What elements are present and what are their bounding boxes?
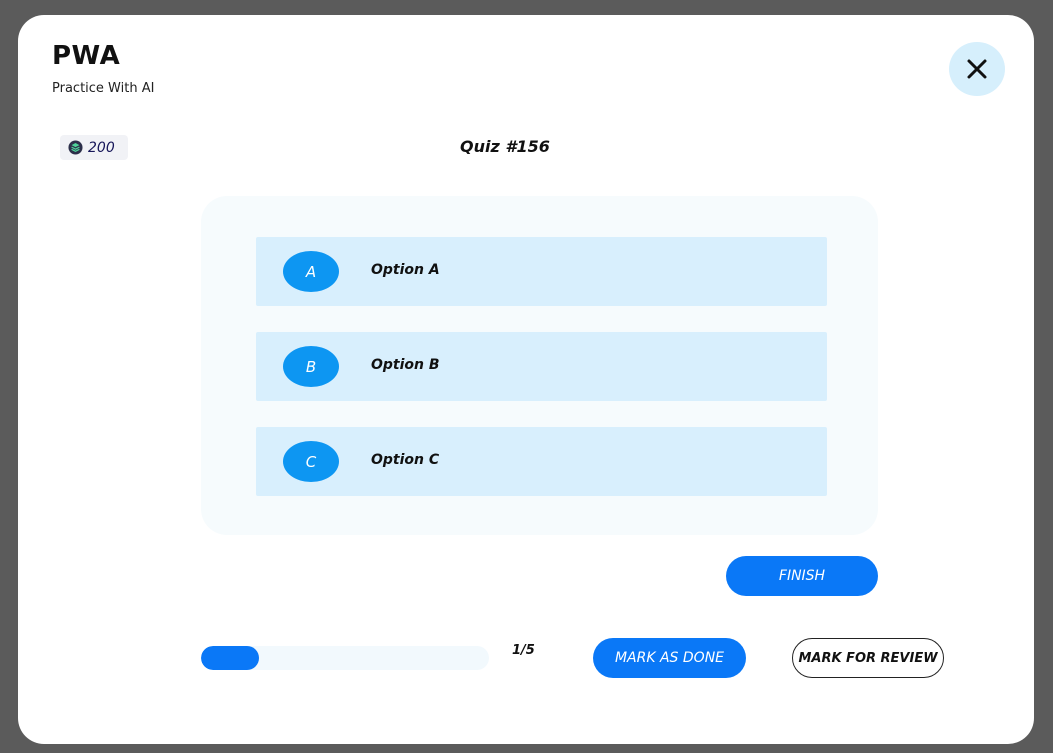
option-label: Option B (371, 357, 440, 373)
coin-balance-badge: 200 (60, 135, 128, 160)
mark-for-review-button[interactable]: MARK FOR REVIEW (792, 638, 944, 678)
option-letter-badge: B (283, 346, 339, 387)
option-letter-badge: C (283, 441, 339, 482)
option-b[interactable]: B Option B (256, 332, 827, 401)
option-a[interactable]: A Option A (256, 237, 827, 306)
option-label: Option C (371, 452, 440, 468)
coin-amount: 200 (88, 139, 115, 156)
options-panel: A Option A B Option B C Option C (201, 196, 878, 535)
option-c[interactable]: C Option C (256, 427, 827, 496)
progress-bar-fill (201, 646, 259, 670)
mark-as-done-button[interactable]: MARK AS DONE (593, 638, 746, 678)
option-letter-badge: A (283, 251, 339, 292)
close-icon (967, 59, 987, 79)
layers-coin-icon (68, 140, 83, 155)
progress-count: 1/5 (512, 643, 535, 658)
progress-bar (201, 646, 489, 670)
quiz-modal: PWA Practice With AI 200 Quiz #156 A Opt… (18, 15, 1034, 744)
option-label: Option A (371, 262, 440, 278)
quiz-title: Quiz #156 (460, 137, 550, 156)
close-button[interactable] (949, 42, 1005, 96)
app-title: PWA (52, 41, 121, 71)
finish-button[interactable]: FINISH (726, 556, 878, 596)
app-subtitle: Practice With AI (52, 81, 155, 96)
